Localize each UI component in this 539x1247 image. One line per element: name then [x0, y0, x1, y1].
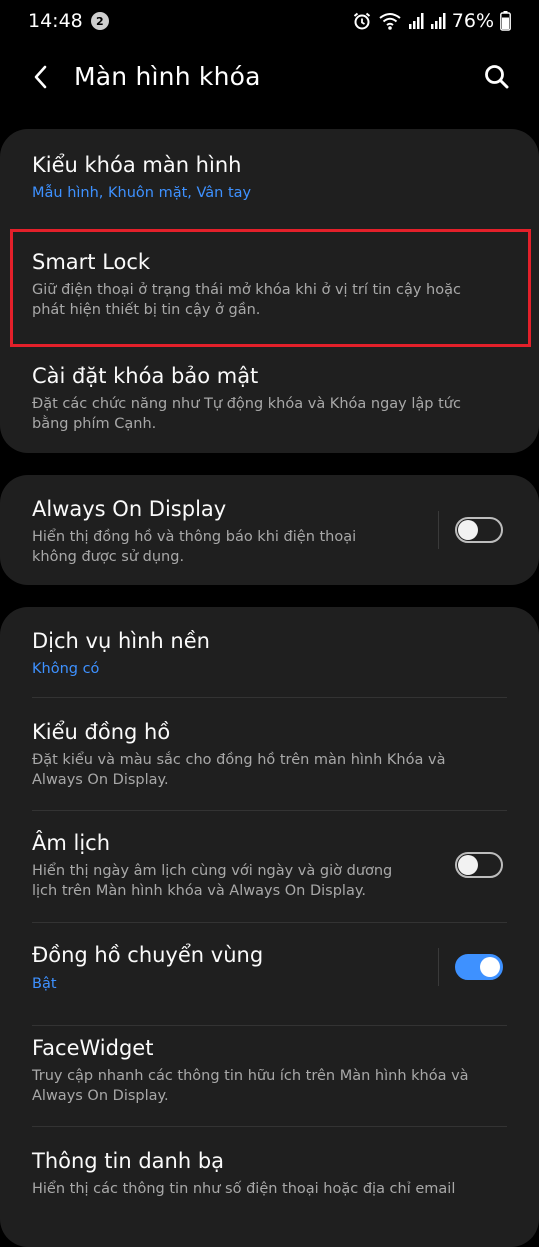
setting-subtitle: Không có: [32, 661, 100, 677]
battery-icon: [500, 11, 511, 31]
setting-subtitle: Mẫu hình, Khuôn mặt, Vân tay: [32, 185, 252, 201]
search-icon: [485, 65, 509, 89]
always-on-display-toggle[interactable]: [455, 517, 503, 543]
lunar-calendar-toggle[interactable]: [455, 852, 503, 878]
signal-icon-1: [408, 12, 424, 30]
toggle-knob: [458, 520, 478, 540]
setting-subtitle: Hiển thị ngày âm lịch cùng với ngày và g…: [32, 863, 393, 899]
signal-icon-2: [430, 12, 446, 30]
setting-secure-lock[interactable]: Cài đặt khóa bảo mật Đặt các chức năng n…: [0, 350, 539, 450]
setting-title: Âm lịch: [32, 831, 111, 855]
chevron-left-icon: [34, 65, 47, 89]
setting-title: Cài đặt khóa bảo mật: [32, 364, 259, 388]
back-button[interactable]: [28, 64, 54, 90]
setting-subtitle: Đặt các chức năng như Tự động khóa và Kh…: [32, 396, 461, 432]
setting-title: Dịch vụ hình nền: [32, 629, 210, 653]
setting-contact-info[interactable]: Thông tin danh bạ Hiển thị các thông tin…: [0, 1127, 539, 1200]
setting-subtitle: Bật: [32, 976, 57, 992]
setting-lock-screen-type[interactable]: Kiểu khóa màn hình Mẫu hình, Khuôn mặt, …: [0, 129, 539, 229]
setting-roaming-clock[interactable]: Đồng hồ chuyển vùng Bật: [0, 923, 539, 1026]
setting-title: Kiểu đồng hồ: [32, 720, 171, 744]
status-icons: 76%: [352, 10, 511, 32]
setting-subtitle: Hiển thị các thông tin như số điện thoại…: [32, 1181, 456, 1197]
notification-count-badge: 2: [90, 12, 109, 30]
setting-subtitle: Hiển thị đồng hồ và thông báo khi điện t…: [32, 529, 357, 565]
setting-title: FaceWidget: [32, 1036, 154, 1060]
setting-lunar-calendar[interactable]: Âm lịch Hiển thị ngày âm lịch cùng với n…: [0, 811, 539, 921]
page-title: Màn hình khóa: [74, 62, 261, 91]
setting-always-on-display[interactable]: Always On Display Hiển thị đồng hồ và th…: [0, 475, 539, 585]
setting-subtitle: Truy cập nhanh các thông tin hữu ích trê…: [32, 1068, 469, 1104]
alarm-icon: [352, 11, 372, 31]
status-bar: 14:48 2 76%: [0, 0, 539, 42]
wifi-icon: [378, 11, 402, 31]
setting-title: Kiểu khóa màn hình: [32, 153, 242, 177]
setting-subtitle: Đặt kiểu và màu sắc cho đồng hồ trên màn…: [32, 752, 446, 788]
setting-title: Đồng hồ chuyển vùng: [32, 943, 264, 967]
toggle-knob: [480, 957, 500, 977]
toggle-separator: [438, 511, 439, 549]
setting-facewidget[interactable]: FaceWidget Truy cập nhanh các thông tin …: [0, 1026, 539, 1136]
status-time: 14:48: [28, 10, 83, 32]
app-bar: Màn hình khóa: [0, 42, 539, 112]
setting-clock-style[interactable]: Kiểu đồng hồ Đặt kiểu và màu sắc cho đồn…: [0, 698, 539, 810]
highlight-box: [10, 229, 531, 347]
toggle-knob: [458, 855, 478, 875]
search-button[interactable]: [482, 62, 512, 92]
setting-title: Thông tin danh bạ: [32, 1149, 225, 1173]
toggle-separator: [438, 948, 439, 986]
setting-wallpaper-service[interactable]: Dịch vụ hình nền Không có: [0, 607, 539, 697]
roaming-clock-toggle[interactable]: [455, 954, 503, 980]
setting-title: Always On Display: [32, 497, 227, 521]
battery-percent: 76%: [451, 10, 494, 32]
